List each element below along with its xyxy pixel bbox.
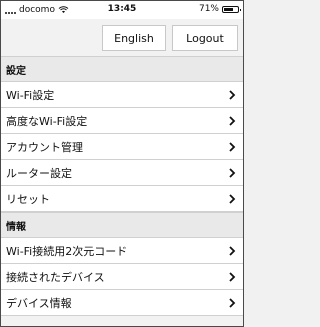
chevron-right-icon xyxy=(229,168,236,178)
list-item-label: 高度なWi-Fi設定 xyxy=(6,114,88,128)
list-item-label: ルーター設定 xyxy=(6,166,72,180)
chevron-right-icon xyxy=(229,246,236,256)
list-item-label: アカウント管理 xyxy=(6,140,83,154)
chevron-right-icon xyxy=(229,90,236,100)
phone-screen: docomo 13:45 71% English Logout 設定 Wi-Fi… xyxy=(0,0,244,327)
chevron-right-icon xyxy=(229,142,236,152)
list-item[interactable]: 接続されたデバイス xyxy=(1,264,243,290)
list-item-label: デバイス情報 xyxy=(6,296,72,310)
chevron-right-icon xyxy=(229,272,236,282)
battery-icon xyxy=(222,5,241,13)
section-header-info: 情報 xyxy=(1,212,243,238)
list-item-label: リセット xyxy=(6,192,50,206)
list-item-label: Wi-Fi接続用2次元コード xyxy=(6,244,128,258)
list-item[interactable]: リセット xyxy=(1,186,243,212)
top-bar: English Logout xyxy=(1,19,243,56)
list-item-label: 接続されたデバイス xyxy=(6,270,105,284)
section-header-settings: 設定 xyxy=(1,56,243,82)
list-item[interactable]: アカウント管理 xyxy=(1,134,243,160)
logout-button[interactable]: Logout xyxy=(172,25,238,51)
english-button[interactable]: English xyxy=(102,25,166,51)
battery-percent: 71% xyxy=(198,4,219,14)
status-bar: docomo 13:45 71% xyxy=(1,1,243,19)
chevron-right-icon xyxy=(229,194,236,204)
list-item[interactable]: Wi-Fi設定 xyxy=(1,82,243,108)
list-item[interactable]: ルーター設定 xyxy=(1,160,243,186)
status-right: 71% xyxy=(198,4,241,14)
chevron-right-icon xyxy=(229,298,236,308)
list-item-label: Wi-Fi設定 xyxy=(6,88,55,102)
list-item[interactable]: 高度なWi-Fi設定 xyxy=(1,108,243,134)
info-list: Wi-Fi接続用2次元コード 接続されたデバイス デバイス情報 xyxy=(1,238,243,316)
list-item[interactable]: デバイス情報 xyxy=(1,290,243,316)
list-item[interactable]: Wi-Fi接続用2次元コード xyxy=(1,238,243,264)
settings-list: Wi-Fi設定高度なWi-Fi設定 アカウント管理 ルーター設定 リセット xyxy=(1,82,243,212)
chevron-right-icon xyxy=(229,116,236,126)
